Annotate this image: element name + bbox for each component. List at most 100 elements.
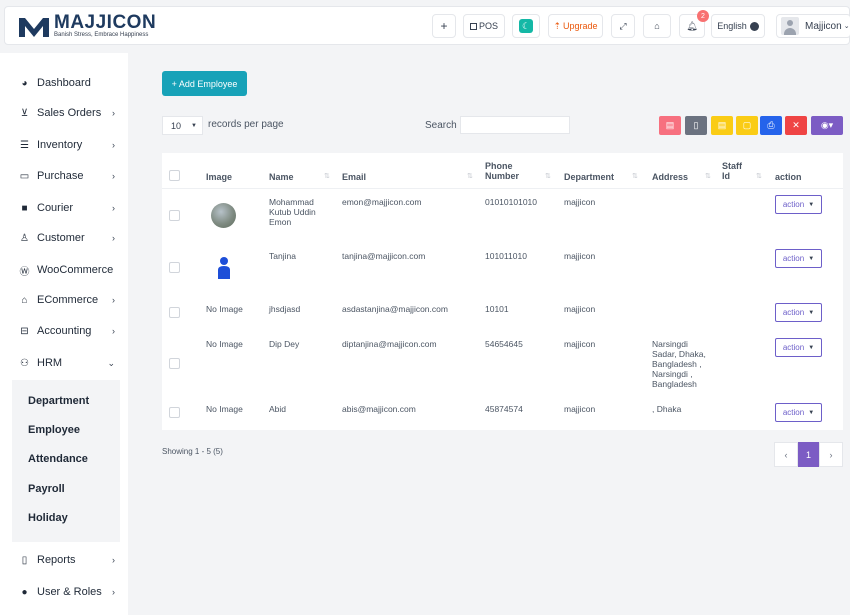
row-checkbox[interactable]: [169, 407, 180, 418]
search-input[interactable]: [460, 116, 570, 134]
row-action-button[interactable]: action ▼: [775, 195, 822, 214]
column-header-image[interactable]: Image: [206, 172, 232, 182]
sidebar-item-accounting[interactable]: ⊟ Accounting ›: [18, 321, 123, 341]
sidebar-item-woocommerce[interactable]: Ⓦ WooCommerce: [18, 260, 123, 280]
column-header-department[interactable]: Department: [564, 172, 614, 182]
column-header-phone-number[interactable]: Phone Number: [485, 161, 529, 181]
sidebar-item-user-roles[interactable]: ● User & Roles ›: [18, 582, 123, 602]
row-checkbox[interactable]: [169, 358, 180, 369]
submenu-item-payroll[interactable]: Payroll: [28, 483, 65, 495]
action-label: action: [782, 408, 805, 417]
pagination-page-1[interactable]: 1: [798, 442, 819, 467]
row-checkbox[interactable]: [169, 307, 180, 318]
caret-down-icon: ▼: [191, 122, 197, 129]
column-header-staff-id[interactable]: Staff Id: [722, 161, 746, 181]
action-label: action: [782, 308, 805, 317]
sidebar-item-inventory[interactable]: ☰ Inventory ›: [18, 135, 123, 155]
sidebar-item-dashboard[interactable]: ◕ Dashboard: [18, 73, 123, 93]
row-action-button[interactable]: action ▼: [775, 403, 822, 422]
pagination-prev-button[interactable]: ‹: [774, 442, 798, 467]
basket-button[interactable]: ⌂: [643, 14, 671, 38]
employee-email: abis@majjicon.com: [342, 404, 416, 414]
pagination-next-button[interactable]: ›: [819, 442, 843, 467]
truck-icon: ■: [21, 202, 28, 214]
users-icon: ⚇: [20, 357, 29, 369]
chevron-right-icon: ›: [112, 233, 115, 243]
submenu-item-attendance[interactable]: Attendance: [28, 453, 88, 465]
sidebar-item-ecommerce[interactable]: ⌂ ECommerce ›: [18, 290, 123, 310]
cart-icon: ⊻: [20, 107, 29, 119]
plus-icon: +: [440, 19, 448, 33]
sidebar-item-label: Sales Orders: [37, 107, 102, 119]
quick-add-button[interactable]: +: [432, 14, 456, 38]
page-length-value: 10: [171, 120, 182, 131]
export-csv-button[interactable]: ▯: [685, 116, 707, 135]
user-menu[interactable]: Majjicon ⌄: [776, 14, 850, 38]
file-icon: ▯: [21, 554, 28, 566]
submenu-item-department[interactable]: Department: [28, 395, 89, 407]
caret-down-icon: ▼: [808, 309, 815, 316]
sidebar-item-purchase[interactable]: ▭ Purchase ›: [18, 166, 123, 186]
column-header-action[interactable]: action: [775, 172, 802, 182]
export-excel-button[interactable]: ▤: [711, 116, 733, 135]
employee-phone: 54654645: [485, 339, 523, 349]
column-header-address[interactable]: Address: [652, 172, 688, 182]
employee-department: majjicon: [564, 404, 596, 414]
sidebar-item-label: ECommerce: [37, 294, 99, 306]
employee-photo: [211, 203, 236, 228]
caret-down-icon: ▼: [808, 409, 815, 416]
export-pdf-button[interactable]: ▤: [659, 116, 681, 135]
select-all-checkbox[interactable]: [169, 170, 180, 181]
column-visibility-button[interactable]: ◉▾: [811, 116, 843, 135]
row-checkbox[interactable]: [169, 210, 180, 221]
basket-icon: ⌂: [654, 21, 660, 31]
column-header-name[interactable]: Name: [269, 172, 294, 182]
sidebar-item-label: Purchase: [37, 170, 84, 182]
caret-down-icon: ▼: [808, 344, 815, 351]
employee-name: Dip Dey: [269, 339, 300, 349]
hrm-submenu: Department Employee Attendance Payroll H…: [12, 380, 120, 542]
notifications-button[interactable]: 🔔︎ 2: [679, 10, 709, 38]
fullscreen-button[interactable]: ⤢: [611, 14, 635, 38]
pos-button[interactable]: POS: [463, 14, 505, 38]
chevron-right-icon: ›: [112, 295, 115, 305]
sidebar-item-reports[interactable]: ▯ Reports ›: [18, 550, 123, 570]
employee-phone: 10101: [485, 304, 509, 314]
sort-icon: ⇅: [705, 173, 711, 180]
row-checkbox[interactable]: [169, 262, 180, 273]
sidebar-item-sales-orders[interactable]: ⊻ Sales Orders ›: [18, 103, 123, 123]
sidebar-item-customer[interactable]: ♙ Customer ›: [18, 228, 123, 248]
theme-toggle-button[interactable]: ☾: [512, 14, 540, 38]
sidebar-item-label: Reports: [37, 554, 76, 566]
upgrade-label: Upgrade: [563, 21, 598, 31]
sidebar-item-hrm[interactable]: ⚇ HRM ⌄: [18, 353, 123, 373]
employee-name: jhsdjasd: [269, 304, 301, 314]
clear-button[interactable]: ✕: [785, 116, 807, 135]
page-length-select[interactable]: 10 ▼: [162, 116, 203, 135]
sort-icon: ⇅: [632, 173, 638, 180]
print-button[interactable]: ⎙: [760, 116, 782, 135]
notification-badge: 2: [697, 10, 709, 22]
language-selector[interactable]: English: [711, 14, 765, 38]
employee-department: majjicon: [564, 339, 596, 349]
brand-logo[interactable]: MAJJICON Banish Stress, Embrace Happines…: [19, 13, 156, 39]
chevron-right-icon: ›: [112, 326, 115, 336]
employee-name: Mohammad Kutub Uddin Emon: [269, 197, 316, 227]
top-header: MAJJICON Banish Stress, Embrace Happines…: [4, 6, 850, 45]
upgrade-button[interactable]: ⇡ Upgrade: [548, 14, 603, 38]
submenu-item-employee[interactable]: Employee: [28, 424, 80, 436]
sidebar-item-label: Dashboard: [37, 77, 91, 89]
row-action-button[interactable]: action ▼: [775, 303, 822, 322]
copy-button[interactable]: ▢: [736, 116, 758, 135]
no-image-text: No Image: [206, 339, 243, 349]
row-action-button[interactable]: action ▼: [775, 338, 822, 357]
column-header-email[interactable]: Email: [342, 172, 366, 182]
employee-department: majjicon: [564, 304, 596, 314]
sort-icon: ⇅: [756, 173, 762, 180]
submenu-item-holiday[interactable]: Holiday: [28, 512, 68, 524]
sidebar-item-label: HRM: [37, 357, 63, 369]
chevron-right-icon: ›: [112, 171, 115, 181]
sidebar-item-courier[interactable]: ■ Courier ›: [18, 198, 123, 218]
row-action-button[interactable]: action ▼: [775, 249, 822, 268]
add-employee-button[interactable]: + Add Employee: [162, 71, 247, 96]
